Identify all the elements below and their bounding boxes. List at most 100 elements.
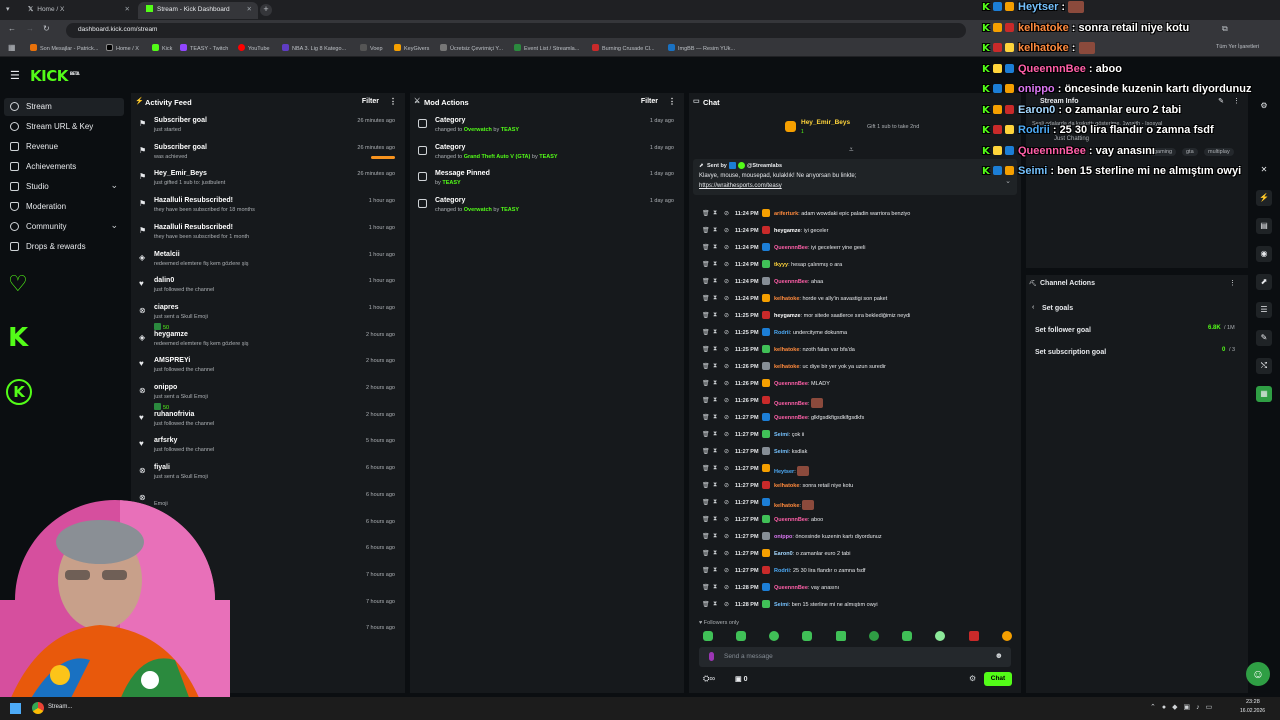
settings-icon[interactable]: ⚙	[969, 674, 976, 683]
activity-item[interactable]: ⊗ ciapres just sent a Skull Emoji 50 1 hour …	[131, 304, 403, 331]
chat-username[interactable]: QueennnBee	[774, 401, 808, 407]
chat-message[interactable]: 🗑 ⧗ ⊘ 11:26 PM QueennnBee: MLADY	[700, 377, 1020, 393]
pin-icon[interactable]: ⬈	[1256, 274, 1272, 290]
ban-icon[interactable]: ⊘	[724, 261, 729, 268]
delete-icon[interactable]: 🗑	[702, 346, 710, 353]
bookmark[interactable]: Burning Crusade Cl...	[592, 44, 655, 52]
more-icon[interactable]: ⋮	[1229, 279, 1236, 287]
apps-icon[interactable]: ▦	[8, 43, 16, 52]
activity-item[interactable]: ⚑ Hazalluli Resubscribed! they have been s…	[131, 197, 403, 223]
timeout-icon[interactable]: ⧗	[713, 261, 717, 268]
address-bar[interactable]: dashboard.kick.com/stream	[66, 23, 966, 38]
delete-icon[interactable]: 🗑	[702, 465, 710, 472]
chat-message[interactable]: 🗑 ⧗ ⊘ 11:27 PM QueennnBee: aboo	[700, 513, 1020, 529]
filter-button[interactable]: Filter	[362, 98, 379, 105]
chrome-icon[interactable]	[32, 702, 44, 714]
timeout-icon[interactable]: ⧗	[713, 567, 717, 574]
emote-icon[interactable]	[769, 631, 779, 641]
mic-icon[interactable]	[709, 652, 714, 661]
ban-icon[interactable]: ⊘	[724, 397, 729, 404]
delete-icon[interactable]: 🗑	[702, 567, 710, 574]
share-icon[interactable]: ⤭	[1256, 358, 1272, 374]
sidebar-item-community[interactable]: Community ⌄	[4, 218, 124, 236]
follower-goal-button[interactable]: Set follower goal	[1035, 327, 1091, 334]
chat-username[interactable]: onippo	[774, 534, 792, 540]
bolt-icon[interactable]: ⚡	[1256, 190, 1272, 206]
timeout-icon[interactable]: ⧗	[713, 295, 717, 302]
bookmark[interactable]: Kick	[152, 44, 172, 52]
chat-username[interactable]: Rodrii	[774, 330, 790, 336]
chat-message[interactable]: 🗑 ⧗ ⊘ 11:24 PM QueennnBee: ahaa	[700, 275, 1020, 291]
chat-message[interactable]: 🗑 ⧗ ⊘ 11:27 PM Earon0: o zamanlar euro 2 tab…	[700, 547, 1020, 563]
bookmark[interactable]: Event List / Streamla...	[514, 44, 579, 52]
ban-icon[interactable]: ⊘	[724, 278, 729, 285]
activity-item[interactable]: ⚑ Subscriber goal just started 26 minutes a…	[131, 117, 403, 143]
chat-username[interactable]: Heytser	[774, 469, 794, 475]
bookmark[interactable]: NBA 3. Lig 8 Katego...	[282, 44, 346, 52]
chat-username[interactable]: QueennnBee	[774, 381, 808, 387]
ban-icon[interactable]: ⊘	[724, 533, 729, 540]
tab-search-icon[interactable]: ▾	[6, 5, 10, 13]
chat-username[interactable]: QueennnBee	[774, 517, 808, 523]
chat-username[interactable]: kelhatoke	[774, 503, 799, 509]
clipboard-icon[interactable]: ▤	[1256, 218, 1272, 234]
filter-button[interactable]: Filter	[641, 98, 658, 105]
emote-icon[interactable]	[902, 631, 912, 641]
taskbar-app-label[interactable]: Stream...	[48, 704, 72, 710]
chat-username[interactable]: QueennnBee	[774, 415, 808, 421]
wrench-icon[interactable]: ✎	[1256, 330, 1272, 346]
ban-icon[interactable]: ⊘	[724, 329, 729, 336]
emote-icon[interactable]	[969, 631, 979, 641]
chat-message[interactable]: 🗑 ⧗ ⊘ 11:24 PM QueennnBee: iyi geceleerr yin…	[700, 241, 1020, 257]
emoji-icon[interactable]: ☻	[995, 651, 1003, 660]
delete-icon[interactable]: 🗑	[702, 210, 710, 217]
timeout-icon[interactable]: ⧗	[713, 431, 717, 438]
emote-icon[interactable]	[703, 631, 713, 641]
activity-item[interactable]: ⊗ onippo just sent a Skull Emoji 50 2 hours …	[131, 384, 403, 411]
chat-message[interactable]: 🗑 ⧗ ⊘ 11:27 PM Seimi: ksdlak	[700, 445, 1020, 461]
settings-gear-icon[interactable]: ⚙	[1256, 98, 1272, 114]
activity-item[interactable]: ♥ AMSPREYi just followed the channel 2 hour…	[131, 357, 403, 383]
timeout-icon[interactable]: ⧗	[713, 380, 717, 387]
bookmark[interactable]: Ücretsiz Çevrimiçi Y...	[440, 44, 503, 52]
chat-username[interactable]: Seimi	[774, 449, 789, 455]
mod-action-item[interactable]: Category changed to Overwatch by TEASY 1 d…	[410, 117, 682, 143]
tab-kick-dashboard[interactable]: Stream - Kick Dashboard ✕	[138, 2, 258, 19]
timeout-icon[interactable]: ⧗	[713, 499, 717, 506]
chat-username[interactable]: QueennnBee	[774, 279, 808, 285]
sidebar-item-moderation[interactable]: Moderation	[4, 198, 124, 216]
chat-username[interactable]: QueennnBee	[774, 585, 808, 591]
ban-icon[interactable]: ⊘	[724, 448, 729, 455]
ban-icon[interactable]: ⊘	[724, 499, 729, 506]
extensions-icon[interactable]: ⧉	[1222, 24, 1228, 34]
sidebar-item-stream-url[interactable]: Stream URL & Key	[4, 118, 124, 136]
activity-item[interactable]: ♥ arfsrky just followed the channel 5 hours…	[131, 437, 403, 463]
timeout-icon[interactable]: ⧗	[713, 550, 717, 557]
bookmark[interactable]: TEASY - Twitch	[180, 44, 228, 52]
mod-action-item[interactable]: Category changed to Overwatch by TEASY 1 d…	[410, 197, 682, 223]
chat-username[interactable]: tkyyy	[774, 262, 788, 268]
chat-username[interactable]: kelhatoke	[774, 483, 799, 489]
delete-icon[interactable]: 🗑	[702, 499, 710, 506]
timeout-icon[interactable]: ⧗	[713, 414, 717, 421]
chat-message[interactable]: 🗑 ⧗ ⊘ 11:27 PM Seimi: çok ii	[700, 428, 1020, 444]
chat-message[interactable]: 🗑 ⧗ ⊘ 11:26 PM kelhatoke: uc diye bir yer yo…	[700, 360, 1020, 376]
activity-item[interactable]: ◈ heygamze redeemed elemtere fiş kem gözle…	[131, 331, 403, 357]
collapse-icon[interactable]: ⩡	[849, 145, 854, 155]
delete-icon[interactable]: 🗑	[702, 601, 710, 608]
delete-icon[interactable]: 🗑	[702, 295, 710, 302]
chat-input[interactable]: Send a message ☻	[699, 647, 1011, 667]
ban-icon[interactable]: ⊘	[724, 584, 729, 591]
bookmark[interactable]: YouTube	[238, 44, 270, 52]
ban-icon[interactable]: ⊘	[724, 567, 729, 574]
mod-action-item[interactable]: Category changed to Grand Theft Auto V (G…	[410, 144, 682, 170]
points-icon[interactable]: ⛭∞	[703, 674, 715, 684]
mod-action-item[interactable]: Message Pinned by TEASY 1 day ago	[410, 170, 682, 196]
activity-item[interactable]: ⚑ Subscriber goal was achieved 26 minutes a…	[131, 144, 403, 170]
ban-icon[interactable]: ⊘	[724, 244, 729, 251]
chat-username[interactable]: Earon0	[774, 551, 793, 557]
kick-logo[interactable]: KICK BETA	[30, 67, 80, 85]
activity-item[interactable]: ♥ ruhanofrivia just followed the channel 2 …	[131, 411, 403, 437]
chat-message[interactable]: 🗑 ⧗ ⊘ 11:24 PM heygamze: iyi geceler	[700, 224, 1020, 240]
timeout-icon[interactable]: ⧗	[713, 516, 717, 523]
